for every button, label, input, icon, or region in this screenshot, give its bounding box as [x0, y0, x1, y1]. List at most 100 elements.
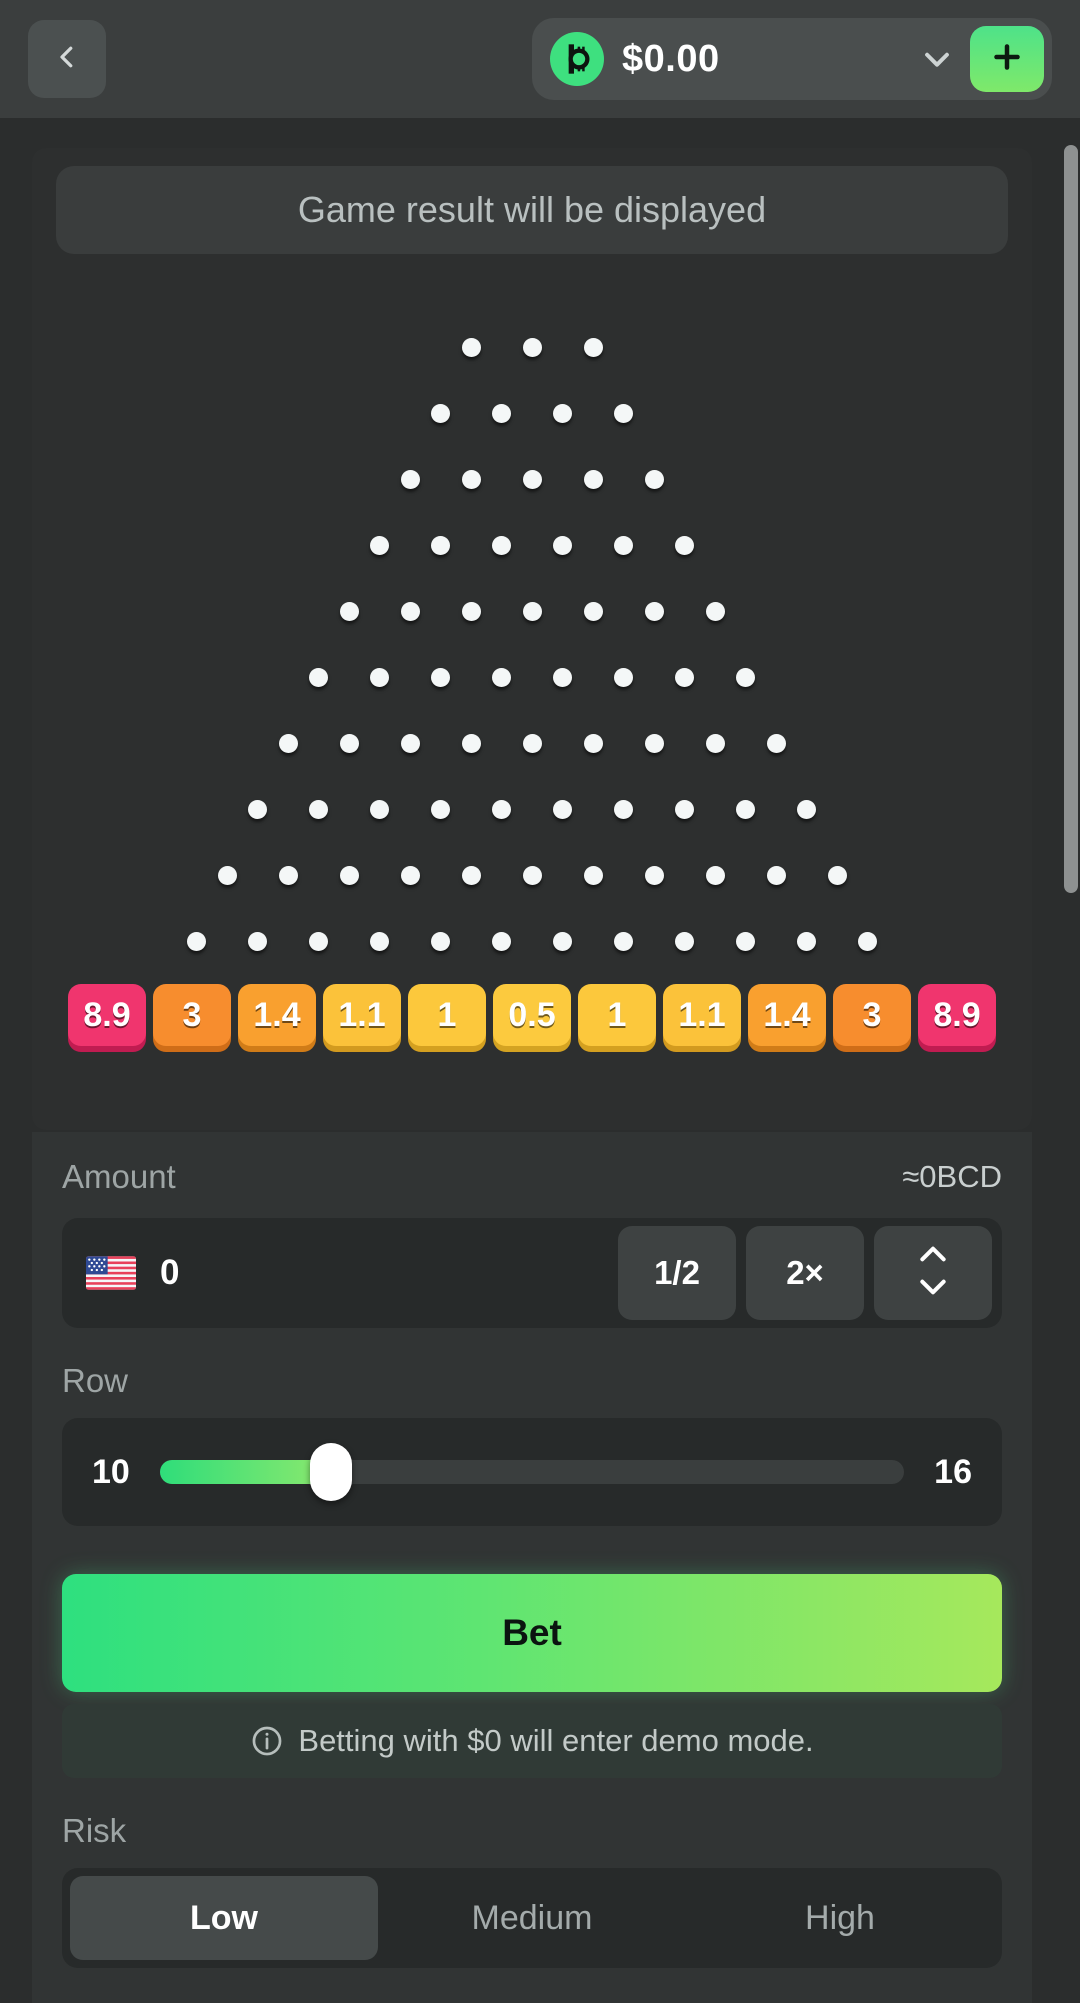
peg — [492, 667, 511, 687]
peg — [583, 337, 603, 357]
back-button[interactable] — [28, 20, 106, 98]
peg — [644, 601, 664, 621]
multiplier-tile: 0.5 — [493, 984, 571, 1046]
row-slider-group[interactable]: 10 16 — [62, 1418, 1002, 1526]
peg — [675, 931, 694, 951]
plinko-game-screen: $0.00 Game result will be displayed 8.9 3… — [0, 0, 1080, 2003]
row-slider-min: 10 — [92, 1452, 130, 1491]
peg — [583, 733, 603, 753]
multiplier-tile: 1 — [578, 984, 656, 1046]
demo-mode-notice: Betting with $0 will enter demo mode. — [62, 1704, 1002, 1778]
peg-row — [56, 908, 1008, 974]
peg — [553, 535, 572, 555]
peg — [339, 733, 359, 753]
peg — [614, 931, 633, 951]
peg — [217, 865, 237, 885]
multiplier-tile: 1.4 — [748, 984, 826, 1046]
peg-row — [56, 776, 1008, 842]
risk-tab-low[interactable]: Low — [70, 1876, 378, 1960]
peg — [492, 931, 511, 951]
multiplier-tile: 8.9 — [68, 984, 146, 1046]
peg — [461, 733, 481, 753]
balance-amount: $0.00 — [622, 37, 720, 80]
peg — [522, 469, 542, 489]
peg — [553, 403, 572, 423]
peg — [248, 931, 267, 951]
peg-row — [56, 446, 1008, 512]
peg — [400, 733, 420, 753]
peg-row — [56, 710, 1008, 776]
peg — [553, 667, 572, 687]
peg — [766, 865, 786, 885]
peg — [644, 469, 664, 489]
peg-row — [56, 578, 1008, 644]
amount-input[interactable]: 0 — [160, 1253, 179, 1293]
peg — [736, 931, 755, 951]
peg — [705, 865, 725, 885]
peg — [339, 865, 359, 885]
add-funds-button[interactable] — [970, 26, 1044, 92]
bitcoin-coin-icon — [550, 32, 604, 86]
chevron-down-icon[interactable] — [917, 1277, 949, 1302]
peg-row — [56, 644, 1008, 710]
peg — [370, 931, 389, 951]
multiplier-tile: 1.1 — [663, 984, 741, 1046]
peg — [614, 535, 633, 555]
amount-stepper[interactable] — [874, 1226, 992, 1320]
risk-label: Risk — [62, 1812, 127, 1849]
slider-thumb[interactable] — [310, 1443, 353, 1501]
risk-tab-medium[interactable]: Medium — [378, 1876, 686, 1960]
peg — [553, 931, 572, 951]
multiplier-tile: 3 — [153, 984, 231, 1046]
halve-amount-button[interactable]: 1/2 — [618, 1226, 736, 1320]
bet-button[interactable]: Bet — [62, 1574, 1002, 1692]
amount-input-group[interactable]: 0 1/2 2× — [62, 1218, 1002, 1328]
peg — [248, 799, 267, 819]
peg — [400, 469, 420, 489]
risk-tab-high[interactable]: High — [686, 1876, 994, 1960]
peg — [370, 535, 389, 555]
peg — [339, 601, 359, 621]
peg — [675, 667, 694, 687]
peg — [583, 601, 603, 621]
peg — [370, 799, 389, 819]
peg-row — [56, 842, 1008, 908]
peg — [400, 601, 420, 621]
vertical-scrollbar[interactable] — [1064, 145, 1078, 893]
game-result-banner: Game result will be displayed — [56, 166, 1008, 254]
peg — [522, 337, 542, 357]
amount-approx-value: ≈0BCD — [902, 1159, 1002, 1194]
chevron-up-icon[interactable] — [917, 1244, 949, 1269]
multiplier-row: 8.9 3 1.4 1.1 1 0.5 1 1.1 1.4 3 8.9 — [56, 984, 1008, 1046]
slider-fill — [159, 1460, 332, 1484]
peg — [400, 865, 420, 885]
peg — [431, 931, 450, 951]
double-amount-button[interactable]: 2× — [746, 1226, 864, 1320]
peg-row — [56, 314, 1008, 380]
peg — [522, 865, 542, 885]
peg — [553, 799, 572, 819]
peg — [705, 601, 725, 621]
peg — [187, 931, 206, 951]
peg — [278, 865, 298, 885]
balance-selector[interactable]: $0.00 — [532, 18, 1052, 100]
peg — [858, 931, 877, 951]
peg — [461, 865, 481, 885]
row-slider-max: 16 — [934, 1452, 972, 1491]
info-icon — [250, 1724, 284, 1758]
peg — [492, 799, 511, 819]
peg — [675, 535, 694, 555]
peg — [614, 403, 633, 423]
plinko-board-panel: Game result will be displayed 8.9 3 1.4 1.1… — [32, 148, 1032, 1130]
multiplier-tile: 8.9 — [918, 984, 996, 1046]
chevron-down-icon[interactable] — [920, 42, 954, 76]
us-flag-icon — [86, 1256, 136, 1290]
row-label: Row — [62, 1362, 129, 1399]
peg — [614, 667, 633, 687]
row-slider[interactable] — [159, 1443, 905, 1501]
peg — [583, 865, 603, 885]
peg — [736, 799, 755, 819]
peg — [370, 667, 389, 687]
peg — [492, 535, 511, 555]
chevron-left-icon — [52, 42, 82, 77]
